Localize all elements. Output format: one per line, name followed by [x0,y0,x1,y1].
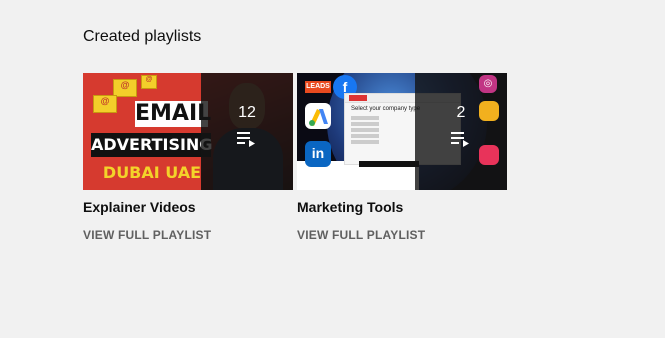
google-ads-logo-icon [305,103,331,129]
playlist-count-overlay: ◎ 2 [415,73,507,190]
thumbnail-text-location: DUBAI UAE [102,163,202,182]
playlist-thumbnail[interactable]: LEADS f in Select your company type ◎ 2 [297,73,507,190]
playlist-title[interactable]: Marketing Tools [297,199,403,215]
section-title: Created playlists [83,28,202,45]
thumbnail-text-advertising: ADVERTISING [91,133,212,157]
playlist-icon [451,131,471,152]
video-count: 2 [456,104,466,121]
app-logo-icon [479,145,499,165]
leads-logo: LEADS [305,81,331,93]
envelope-icon: @ [93,95,117,113]
view-full-playlist-link[interactable]: VIEW FULL PLAYLIST [297,228,425,242]
instagram-logo-icon: ◎ [479,75,497,93]
playlist-count-overlay: 12 [201,73,293,190]
thumbnail-text-email: EMAIL [135,101,212,127]
playlist-thumbnail[interactable]: @ @ @ EMAIL ADVERTISING DUBAI UAE 12 [83,73,293,190]
view-full-playlist-link[interactable]: VIEW FULL PLAYLIST [83,228,211,242]
app-logo-icon [479,101,499,121]
playlist-card: @ @ @ EMAIL ADVERTISING DUBAI UAE 12 Exp… [83,73,293,242]
video-count: 12 [238,104,256,121]
linkedin-logo-icon: in [305,141,331,167]
playlist-card: LEADS f in Select your company type ◎ 2 [297,73,507,242]
playlist-icon [237,131,257,152]
envelope-icon: @ [141,75,157,89]
playlist-title[interactable]: Explainer Videos [83,199,196,215]
